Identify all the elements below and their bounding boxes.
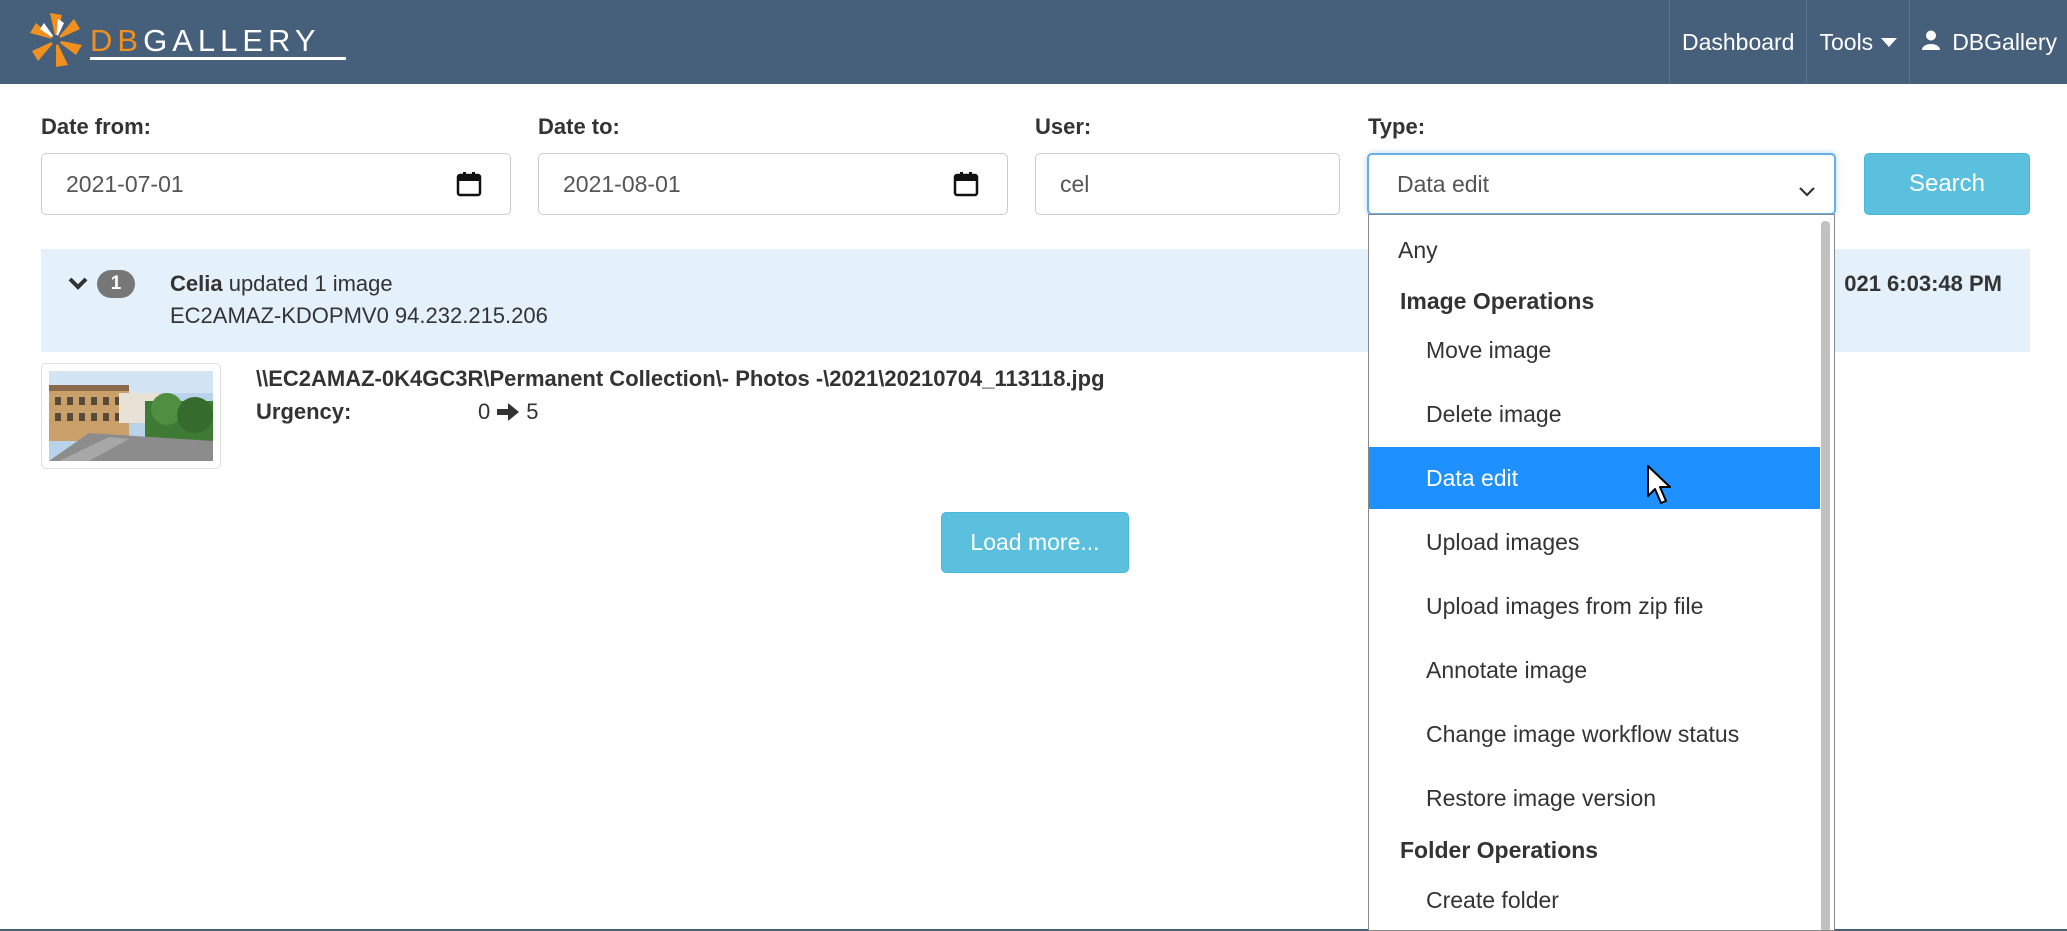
city-photo-thumbnail [49,371,213,461]
type-option-upload-zip[interactable]: Upload images from zip file [1369,575,1820,637]
mouse-pointer-icon [1646,464,1674,511]
user-input-value: cel [1060,170,1090,197]
type-option-create-folder[interactable]: Create folder [1369,869,1820,930]
activity-timestamp: 021 6:03:48 PM [1844,271,2002,296]
type-option-delete-image[interactable]: Delete image [1369,383,1820,445]
collapse-chevron-icon[interactable] [67,276,89,297]
date-from-input[interactable]: 2021-07-01 [41,153,511,215]
activity-host-ip: EC2AMAZ-KDOPMV0 94.232.215.206 [170,303,548,328]
activity-action-text: updated 1 image [222,271,393,296]
type-option-restore-version[interactable]: Restore image version [1369,767,1820,829]
option-label: Upload images from zip file [1426,592,1704,619]
type-option-workflow-status[interactable]: Change image workflow status [1369,703,1820,765]
nav-dashboard-link[interactable]: Dashboard [1670,0,1807,84]
arrow-right-icon [497,403,520,421]
optgroup-image-operations: Image Operations [1369,278,1594,324]
image-file-path[interactable]: \\EC2AMAZ-0K4GC3R\Permanent Collection\-… [256,366,1105,392]
user-icon [1922,29,1941,56]
dbgallery-logo[interactable]: DB Gallery [28,9,346,71]
calendar-icon[interactable] [953,171,979,203]
dropdown-scrollbar[interactable] [1821,221,1830,930]
option-label: Create folder [1426,886,1559,913]
top-navbar: DB Gallery Dashboard Tools DBGallery [0,0,2067,84]
option-label: Restore image version [1426,784,1657,811]
option-label: Data edit [1426,464,1519,491]
search-button[interactable]: Search [1864,153,2030,215]
type-select[interactable]: Data edit [1367,153,1836,215]
date-to-input[interactable]: 2021-08-01 [538,153,1008,215]
optgroup-label: Folder Operations [1400,836,1599,863]
nav-user-label: DBGallery [1952,28,2057,55]
optgroup-folder-operations: Folder Operations [1369,827,1598,873]
activity-user-name: Celia [170,271,223,296]
date-to-value: 2021-08-01 [563,170,681,197]
logo-wordmark: DB Gallery [90,23,321,58]
changed-field-label: Urgency: [256,399,352,424]
search-button-label: Search [1908,170,1986,197]
type-dropdown-list[interactable]: Any Image Operations Move image Delete i… [1368,214,1835,931]
type-option-move-image[interactable]: Move image [1369,319,1820,381]
option-label: Any [1398,236,1438,263]
user-label: User: [1035,114,1092,139]
nav-tools-label: Tools [1819,28,1874,55]
caret-down-icon [1881,37,1898,47]
image-thumbnail[interactable] [41,363,221,469]
nav-dashboard-label: Dashboard [1681,28,1795,55]
date-from-value: 2021-07-01 [66,170,184,197]
calendar-icon[interactable] [456,171,482,203]
new-value: 5 [526,399,539,424]
activity-summary: Celia updated 1 image [170,271,393,297]
option-label: Annotate image [1426,656,1588,683]
type-option-data-edit[interactable]: Data edit [1369,447,1820,509]
option-label: Upload images [1426,528,1580,555]
option-label: Delete image [1426,400,1562,427]
option-label: Change image workflow status [1426,720,1740,747]
date-from-label: Date from: [41,114,152,139]
old-value: 0 [478,399,491,424]
date-to-label: Date to: [538,114,620,139]
chevron-down-icon [1798,177,1816,204]
type-option-annotate-image[interactable]: Annotate image [1369,639,1820,701]
load-more-button[interactable]: Load more... [941,512,1129,573]
nav-tools-dropdown[interactable]: Tools [1807,0,1909,84]
user-input[interactable]: cel [1035,153,1340,215]
nav-user-menu[interactable]: DBGallery [1910,0,2067,84]
logo-underline [90,57,346,60]
option-label: Move image [1426,336,1552,363]
type-option-upload-images[interactable]: Upload images [1369,511,1820,573]
type-option-any[interactable]: Any [1369,219,1820,281]
optgroup-label: Image Operations [1400,287,1595,314]
type-select-value: Data edit [1397,170,1490,197]
load-more-label: Load more... [970,529,1100,555]
field-value-change: 0 5 [478,399,539,425]
starburst-icon [30,13,82,67]
type-label: Type: [1368,114,1426,139]
nav-menu: Dashboard Tools DBGallery [1668,0,2067,84]
image-count-badge: 1 [97,270,135,298]
